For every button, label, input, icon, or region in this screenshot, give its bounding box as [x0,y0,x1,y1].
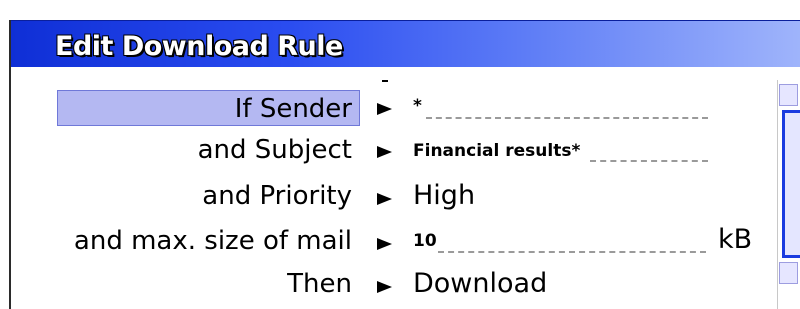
action-selector[interactable]: Download [413,268,547,299]
pointer-icon [377,146,392,158]
scroll-up-button[interactable] [779,84,798,106]
rule-label-priority[interactable]: and Priority [202,181,352,211]
max-size-field-underline [438,251,706,253]
scroll-down-button[interactable] [779,262,798,284]
subject-field[interactable]: Financial results* [413,141,580,161]
pointer-icon [377,193,392,205]
sender-field-underline [426,117,708,119]
rule-label-then[interactable]: Then [287,269,352,299]
title-bar: Edit Download Rule [11,20,800,67]
pointer-icon [377,281,392,293]
scroll-thumb[interactable] [782,110,800,258]
dialog-title: Edit Download Rule [55,31,343,62]
pointer-icon [377,238,392,250]
rule-label-max-size[interactable]: and max. size of mail [74,226,352,256]
subject-field-underline [590,160,708,162]
rule-label-sender[interactable]: If Sender [235,94,352,124]
sender-field[interactable]: * [413,96,422,116]
scroll-indicator-mark [382,80,388,82]
size-unit: kB [718,224,753,255]
rule-label-subject[interactable]: and Subject [198,135,352,165]
priority-selector[interactable]: High [413,180,475,211]
max-size-field[interactable]: 10 [413,231,437,251]
pointer-icon [377,103,392,115]
